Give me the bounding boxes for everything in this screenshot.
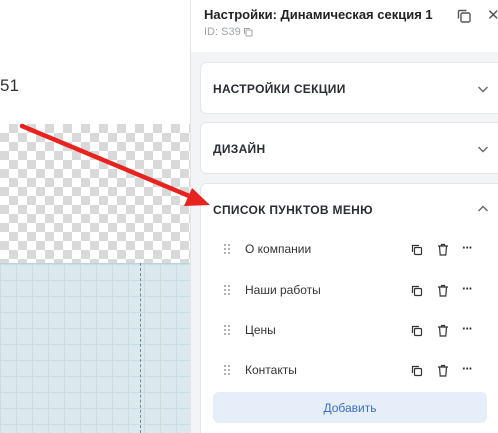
trash-icon[interactable] (437, 324, 449, 337)
menu-item-label: Контакты (245, 363, 297, 377)
menu-item-label: Наши работы (245, 283, 321, 297)
trash-icon[interactable] (437, 243, 449, 256)
menu-item-label: Цены (245, 323, 276, 337)
section-id-label: ID: S39 (204, 26, 241, 38)
copy-icon[interactable] (411, 325, 423, 337)
panel-header: Настройки: Динамическая секция 1 ID: S39… (191, 0, 498, 52)
transparent-background-area[interactable] (0, 124, 190, 263)
panel-title: Настройки: Динамическая секция 1 (204, 7, 433, 22)
more-icon[interactable]: ··· (462, 361, 473, 376)
more-icon[interactable]: ··· (462, 321, 473, 336)
section-design-title: ДИЗАЙН (213, 142, 266, 156)
trash-icon[interactable] (437, 284, 449, 297)
chevron-up-icon[interactable] (477, 203, 489, 215)
editor-canvas[interactable]: 51 (0, 0, 190, 433)
copy-icon[interactable] (411, 244, 423, 256)
menu-item[interactable]: Цены ··· (200, 309, 498, 349)
menu-item-label: О компании (245, 242, 312, 256)
guide-line (140, 263, 141, 433)
drag-handle-icon[interactable] (222, 284, 232, 296)
layout-grid-area[interactable] (0, 263, 190, 433)
copy-icon[interactable] (456, 8, 472, 24)
trash-icon[interactable] (437, 364, 449, 377)
drag-handle-icon[interactable] (222, 243, 232, 255)
drag-handle-icon[interactable] (222, 364, 232, 376)
add-menu-item-button[interactable]: Добавить (213, 392, 487, 423)
chevron-down-icon[interactable] (477, 143, 489, 155)
copy-icon[interactable] (411, 285, 423, 297)
copy-icon[interactable] (411, 365, 423, 377)
menu-item[interactable]: Наши работы ··· (200, 269, 498, 309)
more-icon[interactable]: ··· (462, 240, 473, 255)
section-menu-list-title[interactable]: СПИСОК ПУНКТОВ МЕНЮ (213, 203, 373, 217)
section-id: ID: S39 (204, 26, 253, 38)
close-icon[interactable]: ✕ (487, 6, 498, 24)
menu-item[interactable]: О компании ··· (200, 228, 498, 268)
canvas-partial-number: 51 (0, 76, 19, 95)
chevron-down-icon[interactable] (477, 83, 489, 95)
more-icon[interactable]: ··· (462, 281, 473, 296)
copy-id-icon[interactable] (243, 27, 253, 37)
drag-handle-icon[interactable] (222, 324, 232, 336)
section-settings[interactable]: НАСТРОЙКИ СЕКЦИИ (200, 62, 498, 114)
menu-item[interactable]: Контакты ··· (200, 349, 498, 389)
section-design[interactable]: ДИЗАЙН (200, 122, 498, 174)
section-settings-title: НАСТРОЙКИ СЕКЦИИ (213, 82, 346, 96)
settings-panel: Настройки: Динамическая секция 1 ID: S39… (190, 0, 498, 433)
